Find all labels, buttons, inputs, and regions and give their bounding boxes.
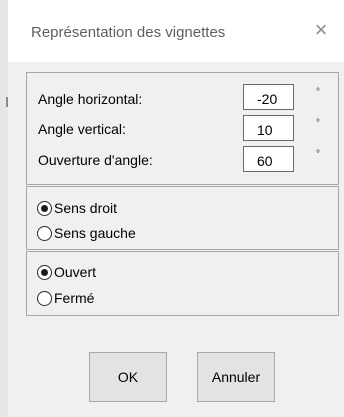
state-group: Ouvert Fermé (26, 251, 339, 316)
title-bar: Représentation des vignettes × (8, 0, 344, 62)
radio-checked-icon[interactable] (37, 264, 52, 280)
opening-angle-input[interactable] (243, 146, 294, 172)
direction-left-option[interactable]: Sens gauche (37, 223, 136, 243)
state-closed-option[interactable]: Fermé (37, 288, 94, 308)
close-icon[interactable]: × (311, 19, 331, 41)
cancel-button[interactable]: Annuler (197, 352, 275, 402)
background-window-edge (0, 0, 8, 417)
ok-button[interactable]: OK (89, 352, 167, 402)
radio-checked-icon[interactable] (37, 200, 52, 216)
dialog-window: Représentation des vignettes × Angle hor… (8, 0, 344, 417)
state-open-label: Ouvert (54, 264, 97, 280)
state-open-option[interactable]: Ouvert (37, 262, 96, 282)
vertical-angle-input[interactable] (243, 115, 294, 141)
dialog-title: Représentation des vignettes (31, 24, 226, 41)
horizontal-angle-label: Angle horizontal: (38, 91, 143, 107)
radio-unchecked-icon[interactable] (37, 290, 52, 306)
opening-angle-unit: ° (316, 149, 320, 160)
direction-group: Sens droit Sens gauche (26, 186, 339, 250)
opening-angle-label: Ouverture d'angle: (38, 152, 153, 168)
direction-right-label: Sens droit (54, 200, 118, 216)
vertical-angle-label: Angle vertical: (38, 121, 126, 137)
horizontal-angle-unit: ° (316, 87, 320, 98)
direction-right-option[interactable]: Sens droit (37, 198, 117, 218)
radio-unchecked-icon[interactable] (37, 225, 52, 241)
vertical-angle-unit: ° (316, 118, 320, 129)
state-closed-label: Fermé (54, 290, 95, 306)
horizontal-angle-input[interactable] (243, 84, 294, 110)
angle-settings-group: Angle horizontal: ° Angle vertical: ° Ou… (26, 72, 339, 185)
direction-left-label: Sens gauche (54, 225, 136, 241)
